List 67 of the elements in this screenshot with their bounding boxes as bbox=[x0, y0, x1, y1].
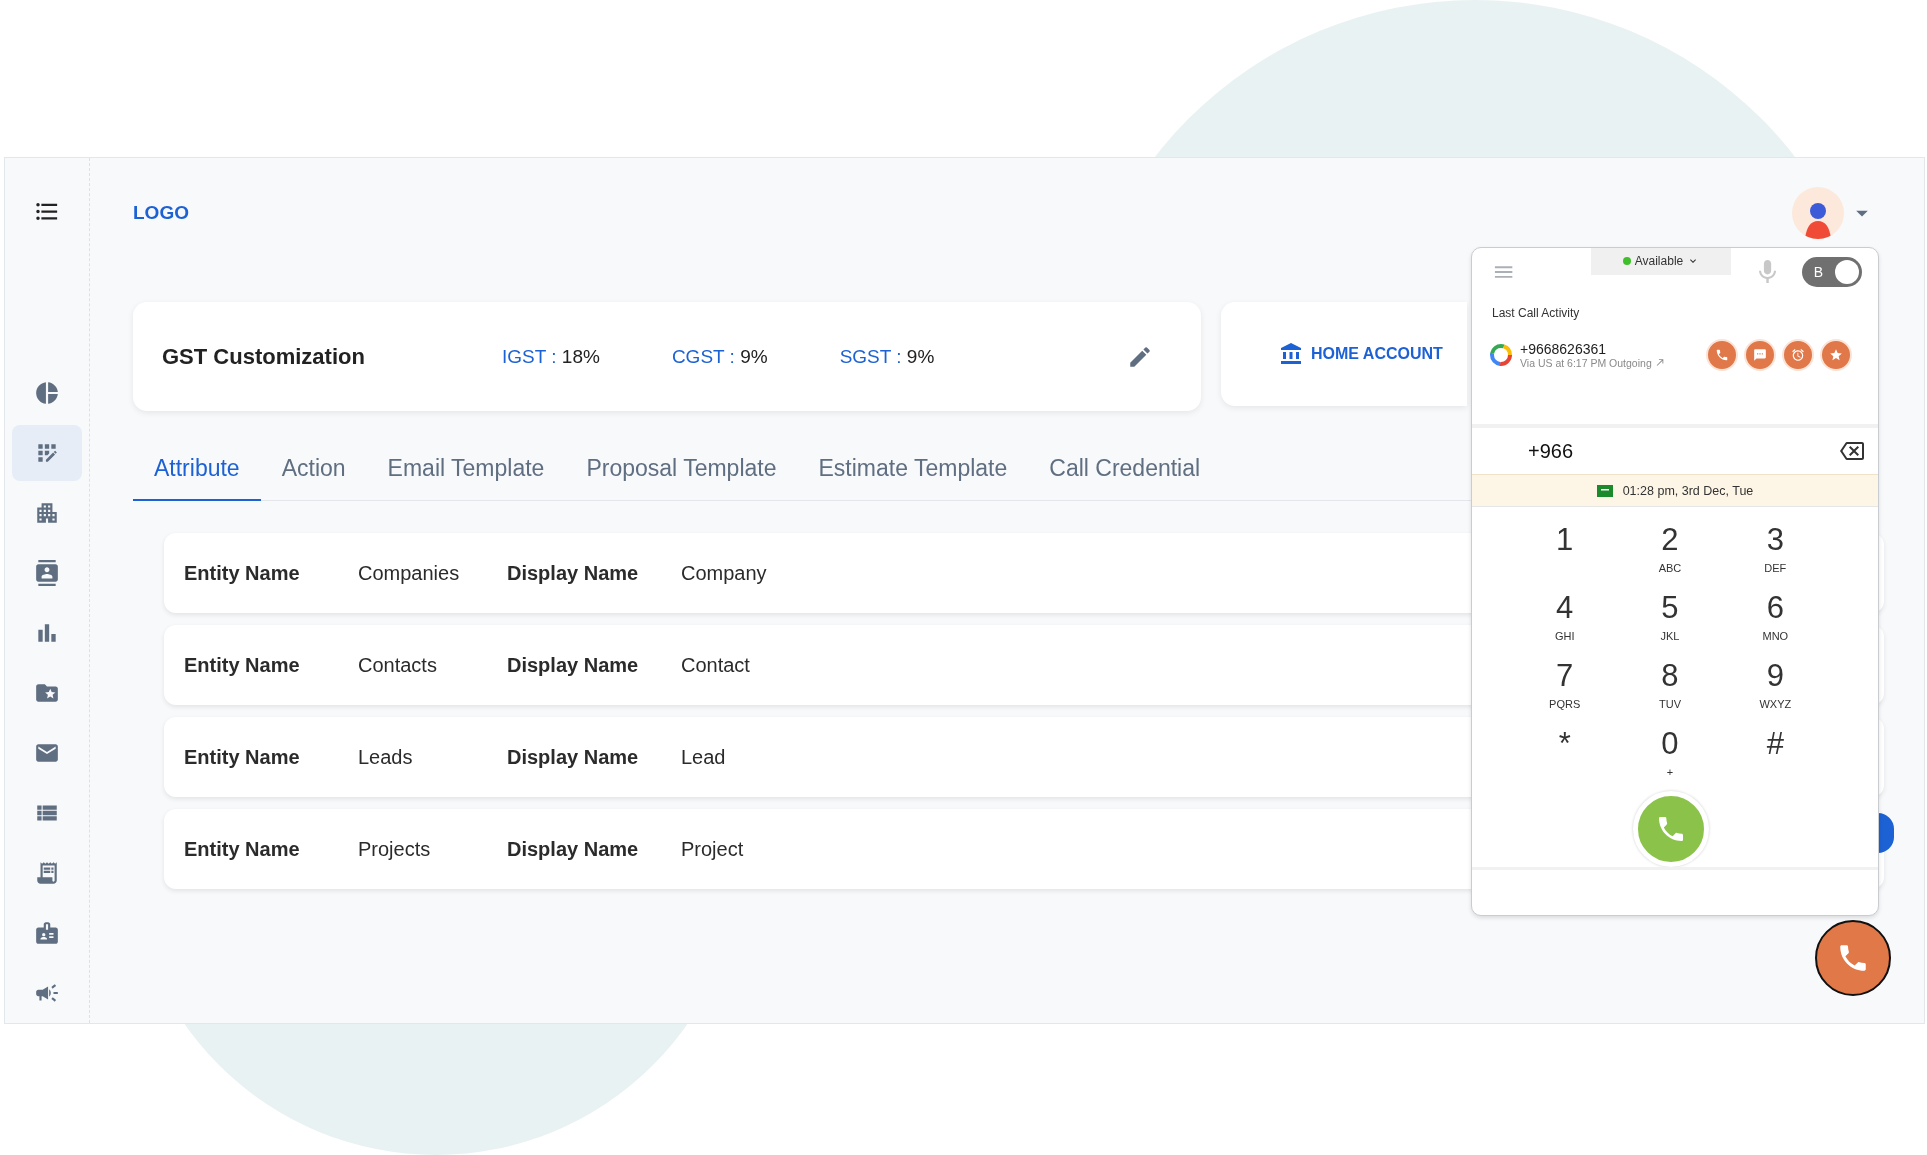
call-button[interactable] bbox=[1706, 338, 1738, 371]
field-label: Entity Name bbox=[184, 837, 301, 861]
dial-key[interactable]: 5 JKL bbox=[1617, 589, 1723, 654]
sidebar-item[interactable] bbox=[12, 425, 82, 481]
tab[interactable]: Action bbox=[260, 441, 367, 501]
dial-key[interactable]: 1 bbox=[1512, 521, 1618, 586]
tax-rate: CGST : 9% bbox=[671, 345, 768, 368]
field-label: Display Name bbox=[507, 653, 640, 677]
dial-key[interactable]: 6 MNO bbox=[1722, 589, 1828, 654]
call-detail: Via US at 6:17 PM Outgoing bbox=[1520, 356, 1652, 369]
home-account-label: HOME ACCOUNT bbox=[1311, 345, 1443, 363]
alarm-clock-icon bbox=[1791, 347, 1805, 362]
status-dot bbox=[1622, 257, 1631, 266]
phone-number: +9668626361 bbox=[1520, 340, 1608, 357]
flag-icon bbox=[1596, 484, 1613, 497]
dial-key[interactable]: 8 TUV bbox=[1617, 657, 1723, 722]
bank-icon bbox=[1279, 342, 1303, 366]
avatar[interactable] bbox=[1792, 187, 1844, 239]
receipt-icon bbox=[34, 860, 60, 886]
field-label: Display Name bbox=[507, 745, 640, 769]
field-value: Company bbox=[681, 561, 768, 585]
star-icon bbox=[1829, 347, 1843, 362]
arrow-icon bbox=[1654, 357, 1666, 368]
field-label: Entity Name bbox=[184, 561, 301, 585]
dial-key[interactable]: 4 GHI bbox=[1512, 589, 1618, 654]
field-label: Entity Name bbox=[184, 653, 301, 677]
field-value: Contact bbox=[681, 653, 751, 677]
tab[interactable]: Call Credential bbox=[1028, 441, 1222, 501]
field-label: Display Name bbox=[507, 837, 640, 861]
field-value: Project bbox=[681, 837, 745, 861]
dial-key[interactable]: 2 ABC bbox=[1617, 521, 1723, 586]
phone-icon bbox=[1715, 347, 1729, 362]
message-button[interactable] bbox=[1744, 338, 1776, 371]
tax-rate: IGST : 18% bbox=[502, 345, 600, 368]
tab[interactable]: Attribute bbox=[133, 441, 261, 501]
field-label: Entity Name bbox=[184, 745, 301, 769]
contact-card-icon bbox=[34, 560, 60, 586]
local-time: 01:28 pm, 3rd Dec, Tue bbox=[1622, 483, 1754, 498]
field-value: Projects bbox=[358, 837, 432, 861]
field-value: Leads bbox=[358, 745, 414, 769]
id-badge-icon bbox=[34, 920, 60, 946]
pie-chart-icon bbox=[34, 380, 60, 406]
field-value: Contacts bbox=[358, 653, 438, 677]
building-icon bbox=[34, 500, 60, 526]
dial-key[interactable]: 3 DEF bbox=[1722, 521, 1828, 586]
home-account-card[interactable]: HOME ACCOUNT bbox=[1221, 302, 1467, 406]
dial-key[interactable]: # bbox=[1722, 725, 1828, 790]
dial-key[interactable]: 0 + bbox=[1617, 725, 1723, 790]
tab[interactable]: Estimate Template bbox=[797, 441, 1029, 501]
field-value: Lead bbox=[681, 745, 727, 769]
star-button[interactable] bbox=[1820, 338, 1852, 371]
toggle-switch[interactable]: B bbox=[1801, 257, 1862, 288]
dial-key[interactable]: 9 WXYZ bbox=[1722, 657, 1828, 722]
field-label: Display Name bbox=[507, 561, 640, 585]
section-title: Last Call Activity bbox=[1492, 306, 1581, 321]
dial-key[interactable]: * bbox=[1512, 725, 1618, 790]
dial-key[interactable]: 7 PQRS bbox=[1512, 657, 1618, 722]
tab[interactable]: Proposal Template bbox=[565, 441, 798, 501]
field-value: Companies bbox=[358, 561, 461, 585]
chat-bubble-icon bbox=[1753, 347, 1767, 362]
tax-rate: SGST : 9% bbox=[839, 345, 935, 368]
ring-logo-icon bbox=[1488, 341, 1514, 368]
status-dropdown[interactable]: Available bbox=[1591, 248, 1731, 276]
logo: LOGO bbox=[133, 202, 189, 224]
alarm-button[interactable] bbox=[1782, 338, 1814, 371]
card-title: GST Customization bbox=[162, 343, 366, 370]
tab[interactable]: Email Template bbox=[366, 441, 566, 501]
